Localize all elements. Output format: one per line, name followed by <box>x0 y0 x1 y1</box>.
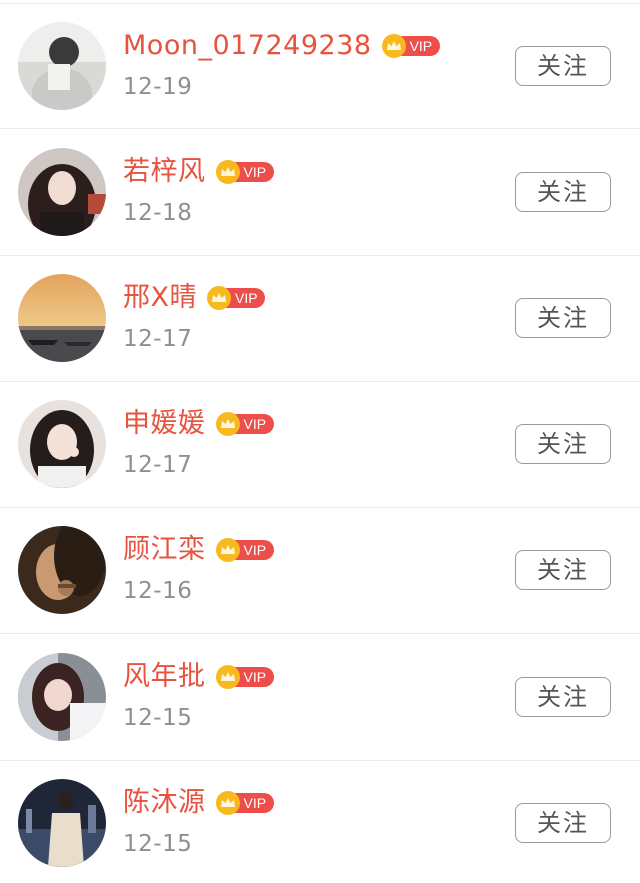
avatar[interactable] <box>18 22 106 110</box>
vip-label: VIP <box>243 416 267 432</box>
vip-badge: VIP <box>381 34 440 58</box>
follow-button[interactable]: 关注 <box>515 46 611 86</box>
vip-badge: VIP <box>215 412 274 436</box>
vip-label: VIP <box>409 38 433 54</box>
avatar[interactable] <box>18 148 106 236</box>
follow-button[interactable]: 关注 <box>515 172 611 212</box>
vip-label: VIP <box>235 290 258 306</box>
follow-date: 12-18 <box>123 200 193 226</box>
crown-icon <box>215 665 240 689</box>
list-item[interactable]: 邢X晴 VIP 12-17 关注 <box>0 256 640 382</box>
crown-icon <box>215 538 240 562</box>
name-line: 若梓风 VIP <box>123 154 274 190</box>
follow-button[interactable]: 关注 <box>515 550 611 590</box>
name-line: Moon_017249238 VIP <box>123 28 440 64</box>
follow-button[interactable]: 关注 <box>515 298 611 338</box>
crown-icon <box>215 791 240 815</box>
crown-icon <box>215 160 240 184</box>
user-name[interactable]: 陈沐源 <box>123 785 206 821</box>
list-item[interactable]: 顾江栾 VIP 12-16 关注 <box>0 508 640 634</box>
list-item[interactable]: 若梓风 VIP 12-18 关注 <box>0 130 640 256</box>
follower-list: Moon_017249238 VIP 12-19 关注 若梓风 VIP 12-1… <box>0 0 640 883</box>
avatar-image <box>18 400 106 488</box>
vip-label: VIP <box>243 669 267 685</box>
follow-date: 12-16 <box>123 578 193 604</box>
name-line: 顾江栾 VIP <box>123 532 274 568</box>
avatar-image <box>18 22 106 110</box>
follow-button[interactable]: 关注 <box>515 677 611 717</box>
avatar[interactable] <box>18 526 106 614</box>
vip-label: VIP <box>243 164 267 180</box>
follow-date: 12-15 <box>123 831 193 857</box>
crown-icon <box>381 34 406 58</box>
crown-icon <box>215 412 240 436</box>
avatar-image <box>18 148 106 236</box>
name-line: 邢X晴 VIP <box>123 280 265 316</box>
follow-date: 12-19 <box>123 74 193 100</box>
vip-badge: VIP <box>215 160 274 184</box>
user-name[interactable]: 若梓风 <box>123 154 206 190</box>
vip-label: VIP <box>243 542 267 558</box>
avatar-image <box>18 779 106 867</box>
list-item[interactable]: 申媛媛 VIP 12-17 关注 <box>0 382 640 508</box>
avatar[interactable] <box>18 779 106 867</box>
name-line: 风年批 VIP <box>123 659 274 695</box>
list-item[interactable]: Moon_017249238 VIP 12-19 关注 <box>0 3 640 129</box>
avatar[interactable] <box>18 274 106 362</box>
name-line: 陈沐源 VIP <box>123 785 274 821</box>
list-item[interactable]: 风年批 VIP 12-15 关注 <box>0 635 640 761</box>
list-item[interactable]: 陈沐源 VIP 12-15 关注 <box>0 761 640 883</box>
user-name[interactable]: 申媛媛 <box>123 406 206 442</box>
follow-button[interactable]: 关注 <box>515 424 611 464</box>
vip-badge: VIP <box>207 286 265 310</box>
avatar-image <box>18 653 106 741</box>
avatar-image <box>18 274 106 362</box>
crown-icon <box>207 286 231 310</box>
avatar[interactable] <box>18 400 106 488</box>
follow-button[interactable]: 关注 <box>515 803 611 843</box>
avatar[interactable] <box>18 653 106 741</box>
user-name[interactable]: Moon_017249238 <box>123 28 372 64</box>
follow-date: 12-17 <box>123 326 193 352</box>
vip-label: VIP <box>243 795 267 811</box>
vip-badge: VIP <box>215 791 274 815</box>
vip-badge: VIP <box>215 538 274 562</box>
user-name[interactable]: 风年批 <box>123 659 206 695</box>
follow-date: 12-17 <box>123 452 193 478</box>
user-name[interactable]: 邢X晴 <box>123 280 197 316</box>
name-line: 申媛媛 VIP <box>123 406 274 442</box>
avatar-image <box>18 526 106 614</box>
user-name[interactable]: 顾江栾 <box>123 532 206 568</box>
follow-date: 12-15 <box>123 705 193 731</box>
vip-badge: VIP <box>215 665 274 689</box>
